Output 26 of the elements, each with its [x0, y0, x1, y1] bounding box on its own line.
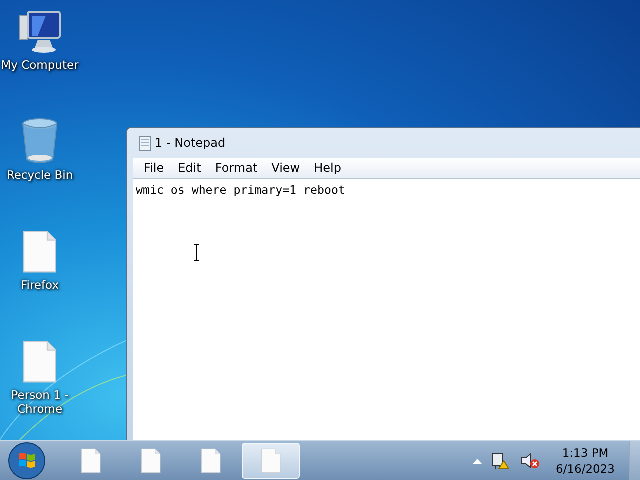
document-icon [201, 448, 221, 474]
menu-item[interactable]: Format [208, 161, 265, 175]
recycle-bin-icon [20, 118, 60, 164]
editor-text: wmic os where primary=1 reboot [135, 182, 346, 199]
speaker-muted-icon[interactable] [520, 452, 540, 470]
text-area[interactable]: wmic os where primary=1 reboot [133, 178, 640, 440]
document-icon [81, 448, 101, 474]
window-title: 1 - Notepad [155, 136, 226, 150]
notepad-icon [139, 136, 151, 150]
menu-item[interactable]: File [137, 161, 172, 175]
desktop-icon-label[interactable]: Recycle Bin [1, 168, 79, 182]
document-icon [23, 230, 57, 274]
up-arrow-icon[interactable] [473, 458, 482, 464]
taskbar-button[interactable] [242, 442, 300, 478]
document-icon [261, 448, 281, 474]
desktop-icon-label[interactable]: My Computer [1, 58, 79, 72]
document-icon [23, 340, 57, 384]
start-button[interactable] [8, 442, 46, 480]
menu-item[interactable]: Edit [171, 161, 208, 175]
clock-date[interactable]: 6/16/2023 [556, 460, 615, 476]
network-icon[interactable] [492, 452, 510, 470]
text-cursor-icon [193, 244, 200, 262]
clock-time[interactable]: 1:13 PM [562, 444, 609, 460]
menu-item[interactable]: Help [307, 161, 348, 175]
menu-item[interactable]: View [264, 161, 308, 175]
document-icon [141, 448, 161, 474]
